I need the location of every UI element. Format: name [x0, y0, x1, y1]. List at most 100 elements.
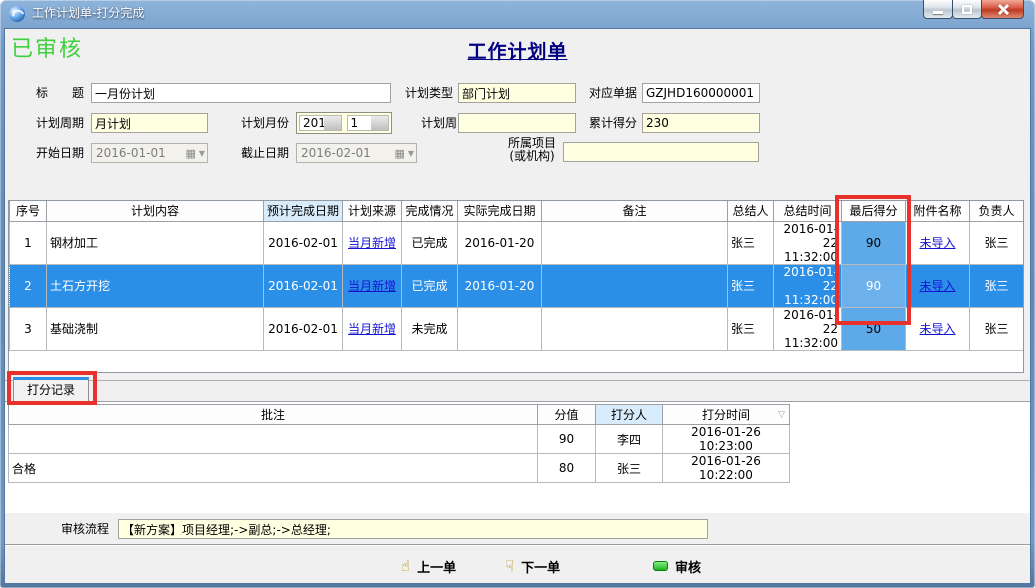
cell-status: 未完成: [402, 307, 458, 350]
review-flow-input[interactable]: [118, 519, 708, 539]
cell-actual: 2016-01-20: [458, 264, 542, 307]
hand-down-icon: ☟: [505, 558, 514, 574]
calendar-icon: ▦: [185, 147, 195, 160]
plan-year-stepper[interactable]: 2016: [299, 115, 342, 131]
maximize-icon: [962, 5, 972, 14]
cell-score: 80: [538, 454, 596, 483]
start-date-value: 2016-01-01: [96, 146, 185, 160]
form-body: 已审核 工作计划单 标 题 计划类型 对应单据 计划周期 计划月份 2016 1…: [4, 28, 1031, 584]
cell-seq: 1: [10, 221, 47, 264]
cell-actual: 2016-01-20: [458, 221, 542, 264]
col-header-owner[interactable]: 负责人: [970, 201, 1024, 221]
cell-expected: 2016-02-01: [264, 307, 343, 350]
cell-summarizer: 张三: [728, 221, 774, 264]
tab-score-records[interactable]: 打分记录: [13, 377, 89, 402]
previous-record-label: 上一单: [417, 557, 456, 576]
cell-seq: 3: [10, 307, 47, 350]
attachment-link[interactable]: 未导入: [919, 236, 955, 250]
source-link[interactable]: 当月新增: [348, 236, 396, 250]
plan-month-stepper[interactable]: 1: [347, 115, 390, 131]
col-header-source[interactable]: 计划来源: [343, 201, 402, 221]
close-button[interactable]: [981, 0, 1024, 19]
total-score-input[interactable]: [642, 113, 760, 133]
cell-final-score: 90: [842, 264, 906, 307]
review-dot-icon: [653, 561, 668, 571]
maximize-button[interactable]: [952, 0, 982, 19]
score-table-header: 批注 分值 打分人 打分时间 ▽: [9, 405, 790, 425]
cell-content: 基础浇制: [47, 307, 264, 350]
col-header-summarizer[interactable]: 总结人: [728, 201, 774, 221]
cell-summarizer: 张三: [728, 264, 774, 307]
cell-owner: 张三: [970, 307, 1024, 350]
cell-comment: [9, 425, 538, 454]
cell-expected: 2016-02-01: [264, 264, 343, 307]
title-label: 标 题: [36, 83, 84, 103]
doc-no-input[interactable]: [642, 83, 760, 103]
cell-actual: [458, 307, 542, 350]
source-link[interactable]: 当月新增: [348, 322, 396, 336]
col-header-summary-time[interactable]: 总结时间: [774, 201, 842, 221]
end-date-picker[interactable]: 2016-02-01 ▦ ▼: [296, 143, 417, 163]
plan-table: 序号 计划内容 预计完成日期 计划来源 完成情况 实际完成日期 备注 总结人 总…: [8, 200, 1024, 373]
close-icon: [997, 3, 1009, 15]
col-header-seq[interactable]: 序号: [10, 201, 47, 221]
cell-status: 已完成: [402, 264, 458, 307]
cell-remark: [542, 264, 728, 307]
col-header-content[interactable]: 计划内容: [47, 201, 264, 221]
cell-comment: 合格: [9, 454, 538, 483]
col-header-remark[interactable]: 备注: [542, 201, 728, 221]
doc-no-label: 对应单据: [589, 83, 637, 103]
plan-cycle-label: 计划周期: [36, 113, 84, 133]
source-link[interactable]: 当月新增: [348, 279, 396, 293]
plan-type-input[interactable]: [458, 83, 576, 103]
cell-score-time: 2016-01-26 10:23:00: [663, 425, 790, 454]
project-input[interactable]: [563, 142, 759, 162]
start-date-picker[interactable]: 2016-01-01 ▦ ▼: [91, 143, 208, 163]
col-header-score[interactable]: 分值: [538, 405, 596, 425]
previous-record-button[interactable]: ☝ 上一单: [401, 557, 456, 575]
table-row[interactable]: 90 李四 2016-01-26 10:23:00: [9, 425, 790, 454]
cell-content: 土石方开挖: [47, 264, 264, 307]
cell-scorer: 李四: [596, 425, 663, 454]
plan-week-input[interactable]: [458, 113, 576, 133]
cell-source: 当月新增: [343, 221, 402, 264]
page-title: 工作计划单: [5, 37, 1030, 64]
cell-scorer: 张三: [596, 454, 663, 483]
cell-summary-time: 2016-01-22 11:32:00: [774, 307, 842, 350]
attachment-link[interactable]: 未导入: [919, 279, 955, 293]
col-header-actual-date[interactable]: 实际完成日期: [458, 201, 542, 221]
title-input[interactable]: [91, 83, 391, 103]
next-record-button[interactable]: ☟ 下一单: [505, 557, 560, 575]
table-row[interactable]: 合格 80 张三 2016-01-26 10:22:00: [9, 454, 790, 483]
start-date-label: 开始日期: [36, 143, 84, 163]
cell-owner: 张三: [970, 221, 1024, 264]
cell-seq: 2: [10, 264, 47, 307]
attachment-link[interactable]: 未导入: [919, 322, 955, 336]
cell-attachment: 未导入: [906, 307, 970, 350]
score-table: 批注 分值 打分人 打分时间 ▽ 90 李四 2016-01-26 10:23:…: [8, 404, 790, 483]
col-header-scorer[interactable]: 打分人: [596, 405, 663, 425]
review-flow-label: 审核流程: [61, 519, 109, 539]
col-header-status[interactable]: 完成情况: [402, 201, 458, 221]
cell-remark: [542, 307, 728, 350]
cell-source: 当月新增: [343, 264, 402, 307]
table-row[interactable]: 3 基础浇制 2016-02-01 当月新增 未完成 张三 2016-01-22…: [10, 307, 1024, 350]
sort-icon: ▽: [778, 410, 785, 420]
cell-status: 已完成: [402, 221, 458, 264]
total-score-label: 累计得分: [589, 113, 637, 133]
cell-summary-time: 2016-01-22 11:32:00: [774, 264, 842, 307]
plan-cycle-input[interactable]: [91, 113, 208, 133]
review-button[interactable]: 审核: [653, 557, 701, 575]
col-header-score-time[interactable]: 打分时间 ▽: [663, 405, 790, 425]
col-header-expected-date[interactable]: 预计完成日期: [264, 201, 343, 221]
cell-source: 当月新增: [343, 307, 402, 350]
plan-month-control: 2016 1: [296, 112, 392, 134]
table-row-selected[interactable]: 2 土石方开挖 2016-02-01 当月新增 已完成 2016-01-20 张…: [10, 264, 1024, 307]
col-header-final-score[interactable]: 最后得分: [842, 201, 906, 221]
minimize-button[interactable]: [923, 0, 953, 19]
col-header-comment[interactable]: 批注: [9, 405, 538, 425]
cell-summarizer: 张三: [728, 307, 774, 350]
col-header-attachment[interactable]: 附件名称: [906, 201, 970, 221]
table-row[interactable]: 1 钢材加工 2016-02-01 当月新增 已完成 2016-01-20 张三…: [10, 221, 1024, 264]
review-label: 审核: [675, 557, 701, 576]
